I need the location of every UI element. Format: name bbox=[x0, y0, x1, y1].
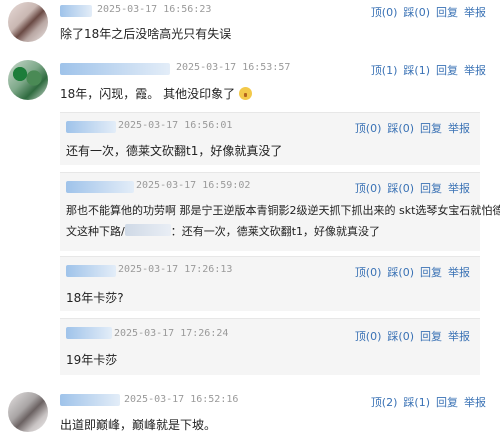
reply-text-line2: 文这种下路/ ：还有一次，德莱文砍翻t1，好像就真没了 bbox=[66, 223, 380, 239]
reply-text: 18年卡莎? bbox=[66, 291, 124, 305]
reply-timestamp: 2025-03-17 16:56:01 bbox=[118, 120, 233, 131]
reply-timestamp: 2025-03-17 16:59:02 bbox=[136, 180, 251, 191]
quoted-username-blurred[interactable] bbox=[124, 224, 171, 236]
reply-link[interactable]: 回复 bbox=[436, 6, 458, 19]
reply-link[interactable]: 回复 bbox=[420, 182, 442, 195]
downvote-link[interactable]: 踩(0) bbox=[387, 266, 414, 279]
username-blurred[interactable] bbox=[66, 181, 134, 193]
username-blurred[interactable] bbox=[60, 63, 170, 75]
username-blurred[interactable] bbox=[66, 265, 116, 277]
shocked-emoji-icon bbox=[238, 87, 252, 100]
downvote-link[interactable]: 踩(1) bbox=[403, 64, 430, 77]
upvote-link[interactable]: 顶(0) bbox=[355, 330, 382, 343]
reply-actions: 顶(0) 踩(0) 回复 举报 bbox=[349, 328, 470, 344]
downvote-link[interactable]: 踩(0) bbox=[387, 182, 414, 195]
comment-2: 2025-03-17 16:53:57 顶(1) 踩(1) 回复 举报 18年，闪现，… bbox=[0, 56, 500, 106]
downvote-link[interactable]: 踩(1) bbox=[403, 396, 430, 409]
comment-1: 2025-03-17 16:56:23 顶(0) 踩(0) 回复 举报 除了18年之后… bbox=[0, 0, 500, 48]
reply-link[interactable]: 回复 bbox=[420, 122, 442, 135]
comment-text: 除了18年之后没啥高光只有失误 bbox=[60, 27, 232, 41]
reply-link[interactable]: 回复 bbox=[420, 266, 442, 279]
avatar[interactable] bbox=[8, 2, 48, 42]
reply-link[interactable]: 回复 bbox=[436, 64, 458, 77]
upvote-link[interactable]: 顶(0) bbox=[355, 182, 382, 195]
reply-link[interactable]: 回复 bbox=[436, 396, 458, 409]
comment-actions: 顶(2) 踩(1) 回复 举报 bbox=[365, 394, 486, 410]
reply-4: 2025-03-17 17:26:24 顶(0) 踩(0) 回复 举报 19年卡莎 bbox=[60, 318, 480, 375]
report-link[interactable]: 举报 bbox=[448, 266, 470, 279]
username-blurred[interactable] bbox=[60, 5, 92, 17]
report-link[interactable]: 举报 bbox=[464, 6, 486, 19]
reply-text-line1: 那也不能算他的功劳啊 那是宁王逆版本青铜影2级逆天抓下抓出来的 skt选琴女宝石… bbox=[66, 204, 500, 217]
report-link[interactable]: 举报 bbox=[448, 182, 470, 195]
comment-text: 出道即巅峰，巅峰就是下坡。 bbox=[60, 418, 217, 432]
downvote-link[interactable]: 踩(0) bbox=[403, 6, 430, 19]
downvote-link[interactable]: 踩(0) bbox=[387, 122, 414, 135]
upvote-link[interactable]: 顶(0) bbox=[371, 6, 398, 19]
comment-actions: 顶(0) 踩(0) 回复 举报 bbox=[365, 4, 486, 20]
avatar[interactable] bbox=[8, 392, 48, 432]
downvote-link[interactable]: 踩(0) bbox=[387, 330, 414, 343]
comment-timestamp: 2025-03-17 16:53:57 bbox=[176, 62, 291, 73]
avatar[interactable] bbox=[8, 60, 48, 100]
reply-actions: 顶(0) 踩(0) 回复 举报 bbox=[349, 180, 470, 196]
report-link[interactable]: 举报 bbox=[464, 64, 486, 77]
reply-timestamp: 2025-03-17 17:26:24 bbox=[114, 328, 229, 339]
comment-actions: 顶(1) 踩(1) 回复 举报 bbox=[365, 62, 486, 78]
comment-3: 2025-03-17 16:52:16 顶(2) 踩(1) 回复 举报 出道即巅峰，巅… bbox=[0, 388, 500, 440]
username-blurred[interactable] bbox=[66, 327, 112, 339]
comment-text: 18年，闪现，霞。 其他没印象了 bbox=[60, 85, 252, 102]
reply-text-part: 文这种下路/ bbox=[66, 225, 125, 238]
report-link[interactable]: 举报 bbox=[448, 330, 470, 343]
comment-timestamp: 2025-03-17 16:52:16 bbox=[124, 394, 239, 405]
reply-text-part: ：还有一次，德莱文砍翻t1，好像就真没了 bbox=[170, 225, 381, 238]
upvote-link[interactable]: 顶(0) bbox=[355, 266, 382, 279]
upvote-link[interactable]: 顶(1) bbox=[371, 64, 398, 77]
username-blurred[interactable] bbox=[60, 394, 120, 406]
report-link[interactable]: 举报 bbox=[464, 396, 486, 409]
comment-text-content: 18年，闪现，霞。 其他没印象了 bbox=[60, 87, 236, 101]
reply-text: 还有一次，德莱文砍翻t1，好像就真没了 bbox=[66, 144, 283, 158]
comment-timestamp: 2025-03-17 16:56:23 bbox=[97, 4, 212, 15]
upvote-link[interactable]: 顶(2) bbox=[371, 396, 398, 409]
report-link[interactable]: 举报 bbox=[448, 122, 470, 135]
reply-actions: 顶(0) 踩(0) 回复 举报 bbox=[349, 264, 470, 280]
reply-3: 2025-03-17 17:26:13 顶(0) 踩(0) 回复 举报 18年卡莎? bbox=[60, 256, 480, 311]
username-blurred[interactable] bbox=[66, 121, 116, 133]
reply-text: 19年卡莎 bbox=[66, 353, 118, 367]
reply-timestamp: 2025-03-17 17:26:13 bbox=[118, 264, 233, 275]
reply-actions: 顶(0) 踩(0) 回复 举报 bbox=[349, 120, 470, 136]
reply-1: 2025-03-17 16:56:01 顶(0) 踩(0) 回复 举报 还有一次，德莱… bbox=[60, 112, 480, 165]
reply-2: 2025-03-17 16:59:02 顶(0) 踩(0) 回复 举报 那也不能算他的… bbox=[60, 172, 500, 251]
upvote-link[interactable]: 顶(0) bbox=[355, 122, 382, 135]
reply-link[interactable]: 回复 bbox=[420, 330, 442, 343]
